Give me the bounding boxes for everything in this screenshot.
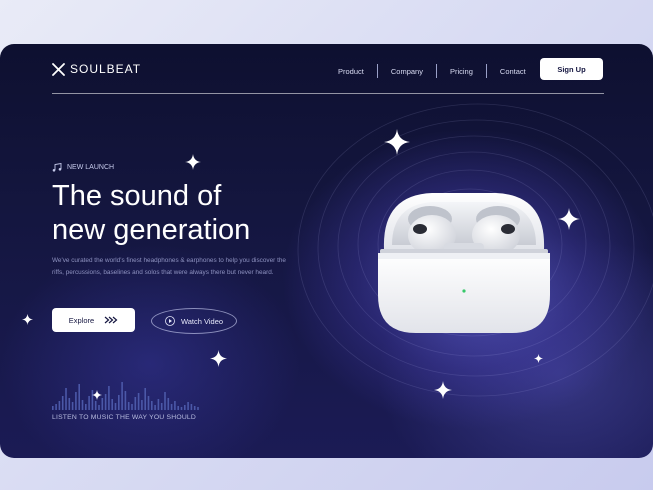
new-launch-badge: NEW LAUNCH (52, 163, 114, 172)
earbuds-product-image (378, 193, 550, 333)
wave-bar (88, 396, 90, 410)
hero-description: We've curated the world's finest headpho… (52, 257, 286, 276)
sound-wave-graphic (52, 382, 199, 410)
sparkle-icon (210, 350, 227, 367)
wave-bar (127, 402, 130, 410)
hero-title-line1: The sound of (52, 180, 222, 212)
wave-bar (134, 397, 137, 410)
play-icon (165, 316, 175, 326)
wave-bar (174, 401, 176, 410)
wave-bar (78, 384, 80, 410)
wave-bar (71, 402, 74, 410)
watch-video-button[interactable]: Watch Video (151, 308, 237, 334)
wave-bar (151, 401, 153, 410)
wave-bar (164, 392, 166, 410)
wave-bar (81, 400, 84, 410)
nav-item-pricing[interactable]: Pricing (437, 67, 486, 76)
wave-bar (85, 404, 87, 410)
sign-up-button[interactable]: Sign Up (540, 58, 603, 80)
watch-video-label: Watch Video (180, 316, 224, 326)
explore-button[interactable]: Explore (52, 308, 135, 332)
wave-bar (131, 404, 133, 410)
nav-item-contact[interactable]: Contact (487, 67, 539, 76)
wave-bar (170, 404, 173, 410)
nav-item-company[interactable]: Company (378, 67, 436, 76)
wave-bar (111, 399, 113, 410)
footer-tagline: LISTEN TO MUSIC THE WAY YOU SHOULD (52, 414, 197, 421)
wave-bar (193, 406, 196, 410)
brand-logo[interactable]: SOULBEAT (52, 62, 141, 76)
wave-bar (98, 405, 100, 410)
wave-bar (55, 404, 57, 410)
wave-bar (75, 392, 77, 410)
wave-bar (114, 403, 117, 410)
wave-bar (154, 405, 156, 410)
sparkle-icon (384, 129, 410, 155)
badge-text: NEW LAUNCH (67, 164, 115, 171)
x-logo-icon (52, 62, 65, 76)
wave-bar (157, 399, 160, 410)
wave-bar (121, 382, 123, 410)
wave-bar (187, 402, 189, 410)
wave-bar (52, 406, 54, 410)
wave-bar (58, 401, 61, 410)
nav-item-product[interactable]: Product (325, 67, 377, 76)
main-nav: Product Company Pricing Contact (325, 64, 539, 78)
wave-bar (177, 406, 179, 410)
wave-bar (184, 405, 186, 410)
wave-bar (94, 401, 97, 410)
explore-label: Explore (68, 315, 95, 325)
wave-bar (144, 388, 146, 410)
wave-bar (65, 388, 67, 410)
wave-bar (147, 396, 150, 410)
wave-bar (118, 395, 120, 410)
wave-bar (167, 398, 170, 410)
hero-window: SOULBEAT Product Company Pricing Contact… (0, 44, 653, 458)
brand-name: SOULBEAT (70, 62, 142, 76)
wave-bar (61, 396, 64, 410)
wave-bar (104, 394, 107, 410)
sparkle-icon (558, 208, 580, 230)
hero-title-line2: new generation (49, 214, 263, 246)
wave-bar (108, 386, 110, 410)
music-note-icon (52, 163, 62, 172)
sparkle-icon (92, 390, 102, 400)
sparkle-icon (22, 314, 33, 325)
wave-bar (137, 393, 140, 410)
wave-bar (160, 403, 163, 410)
sparkle-icon (434, 381, 452, 399)
double-chevron-right-icon (104, 316, 118, 324)
wave-bar (68, 398, 71, 410)
wave-bar (197, 407, 199, 410)
hero-title: The sound of new generation (49, 179, 263, 247)
wave-bar (190, 404, 193, 410)
sparkle-icon (185, 154, 201, 170)
wave-bar (141, 400, 143, 410)
wave-bar (124, 391, 127, 410)
header-divider (52, 93, 604, 94)
sparkle-icon (534, 354, 543, 363)
wave-bar (180, 407, 183, 410)
